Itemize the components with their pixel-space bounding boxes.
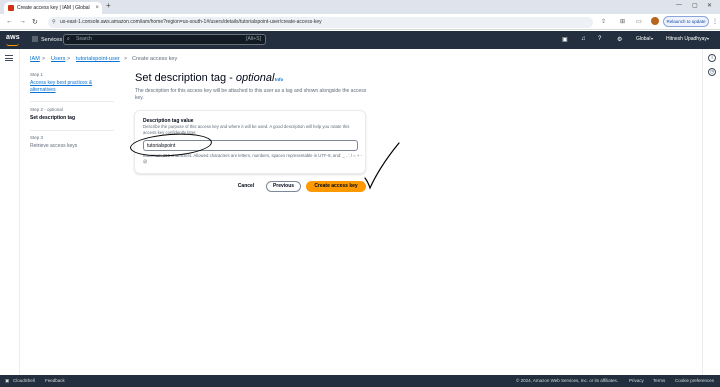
- tab-title: Create access key | IAM | Global: [17, 5, 90, 11]
- services-grid-icon: [32, 36, 38, 42]
- page-title: Set description tag - optional: [135, 72, 274, 84]
- notifications-icon[interactable]: ♫: [581, 36, 586, 42]
- info-link[interactable]: Info: [275, 77, 283, 82]
- feedback-link[interactable]: Feedback: [45, 378, 65, 383]
- right-rail: i ◷: [702, 49, 720, 375]
- breadcrumb-chevron-icon: >: [124, 56, 128, 62]
- tab-close-icon[interactable]: ×: [95, 2, 99, 14]
- cookie-preferences-link[interactable]: Cookie preferences: [675, 378, 714, 383]
- breadcrumb-chevron-icon: >: [42, 56, 46, 62]
- step-2-number: Step 2 - optional: [30, 107, 63, 112]
- step-1-number: Step 1: [30, 72, 44, 77]
- breadcrumb-user[interactable]: tutorialspoint-user: [76, 56, 120, 62]
- annotation-checkmark-icon: [364, 142, 400, 190]
- cloudshell-icon[interactable]: ▣: [562, 36, 568, 43]
- site-info-icon[interactable]: ⚲: [52, 17, 56, 28]
- extensions-icon[interactable]: ⊞: [620, 18, 625, 25]
- settings-gear-icon[interactable]: ⚙: [617, 36, 622, 43]
- page-title-text: Set description tag -: [135, 72, 236, 84]
- step-3-label: Retrieve access keys: [30, 143, 78, 149]
- minimize-icon[interactable]: —: [676, 2, 682, 8]
- browser-tab-bar: Create access key | IAM | Global × + — ▢…: [0, 0, 720, 14]
- create-access-key-button[interactable]: Create access key: [306, 181, 366, 192]
- info-panel-icon[interactable]: i: [708, 54, 716, 62]
- aws-smile-icon: [6, 43, 19, 46]
- close-window-icon[interactable]: ✕: [707, 2, 712, 9]
- search-icon: ⌕: [67, 36, 70, 42]
- share-icon[interactable]: ⇪: [601, 18, 606, 25]
- breadcrumb-chevron-icon: >: [67, 56, 71, 62]
- region-chevron-icon[interactable]: ▾: [651, 36, 653, 41]
- search-input[interactable]: ⌕ Search [Alt+S]: [63, 34, 266, 45]
- search-placeholder: Search: [76, 36, 92, 42]
- cloudshell-footer-icon[interactable]: ▣: [5, 378, 9, 384]
- address-bar-row: ← → ↻ ⚲ us-east-1.console.aws.amazon.com…: [0, 14, 720, 30]
- sidepanel-icon[interactable]: ▭: [636, 18, 642, 25]
- search-shortcut: [Alt+S]: [246, 36, 261, 42]
- aws-logo-text: aws: [6, 34, 20, 41]
- relaunch-button[interactable]: Relaunch to update: [663, 16, 709, 27]
- region-selector[interactable]: Global: [636, 36, 650, 42]
- page-title-optional: optional: [235, 72, 275, 84]
- back-icon[interactable]: ←: [6, 18, 13, 25]
- reload-icon[interactable]: ↻: [32, 18, 38, 26]
- step-divider: [30, 130, 114, 131]
- url-field[interactable]: ⚲ us-east-1.console.aws.amazon.com/iam/h…: [48, 17, 593, 28]
- breadcrumb-users[interactable]: Users: [51, 56, 65, 62]
- step-2-label: Set description tag: [30, 115, 76, 121]
- aws-favicon-icon: [8, 5, 14, 11]
- help-icon[interactable]: ?: [598, 36, 601, 42]
- privacy-link[interactable]: Privacy: [629, 378, 644, 383]
- cancel-button[interactable]: Cancel: [232, 181, 260, 192]
- console-footer: ▣ CloudShell Feedback © 2024, Amazon Web…: [0, 375, 720, 387]
- history-icon[interactable]: ◷: [708, 68, 716, 76]
- services-label: Services: [41, 37, 63, 43]
- step-divider: [30, 101, 114, 102]
- page-description: The description for this access key will…: [135, 88, 367, 101]
- breadcrumb-current: Create access key: [132, 56, 178, 62]
- previous-button[interactable]: Previous: [266, 181, 301, 192]
- services-menu[interactable]: Services: [32, 36, 62, 43]
- forward-icon[interactable]: →: [19, 18, 26, 25]
- profile-avatar-icon[interactable]: [651, 17, 659, 25]
- left-rail: [0, 49, 20, 375]
- account-chevron-icon[interactable]: ▾: [707, 36, 709, 41]
- terms-link[interactable]: Terms: [653, 378, 665, 383]
- aws-top-nav: aws Services ⌕ Search [Alt+S] ▣ ♫ ? ⚙ Gl…: [0, 31, 720, 49]
- breadcrumb-iam[interactable]: IAM: [30, 56, 40, 62]
- chrome-menu-icon[interactable]: ⋮: [712, 18, 718, 25]
- cloudshell-link[interactable]: CloudShell: [13, 378, 35, 383]
- maximize-icon[interactable]: ▢: [692, 2, 698, 9]
- menu-icon[interactable]: [5, 55, 13, 61]
- new-tab-button[interactable]: +: [106, 1, 111, 10]
- aws-logo[interactable]: aws: [6, 34, 20, 46]
- copyright-text: © 2024, Amazon Web Services, Inc. or its…: [516, 378, 618, 383]
- account-menu[interactable]: Hitnesh Upadhyay: [666, 36, 707, 42]
- browser-tab[interactable]: Create access key | IAM | Global ×: [4, 2, 102, 14]
- step-1-link[interactable]: Access key best practices & alternatives: [30, 80, 105, 94]
- url-text: us-east-1.console.aws.amazon.com/iam/hom…: [60, 19, 322, 25]
- step-3-number: Step 3: [30, 135, 44, 140]
